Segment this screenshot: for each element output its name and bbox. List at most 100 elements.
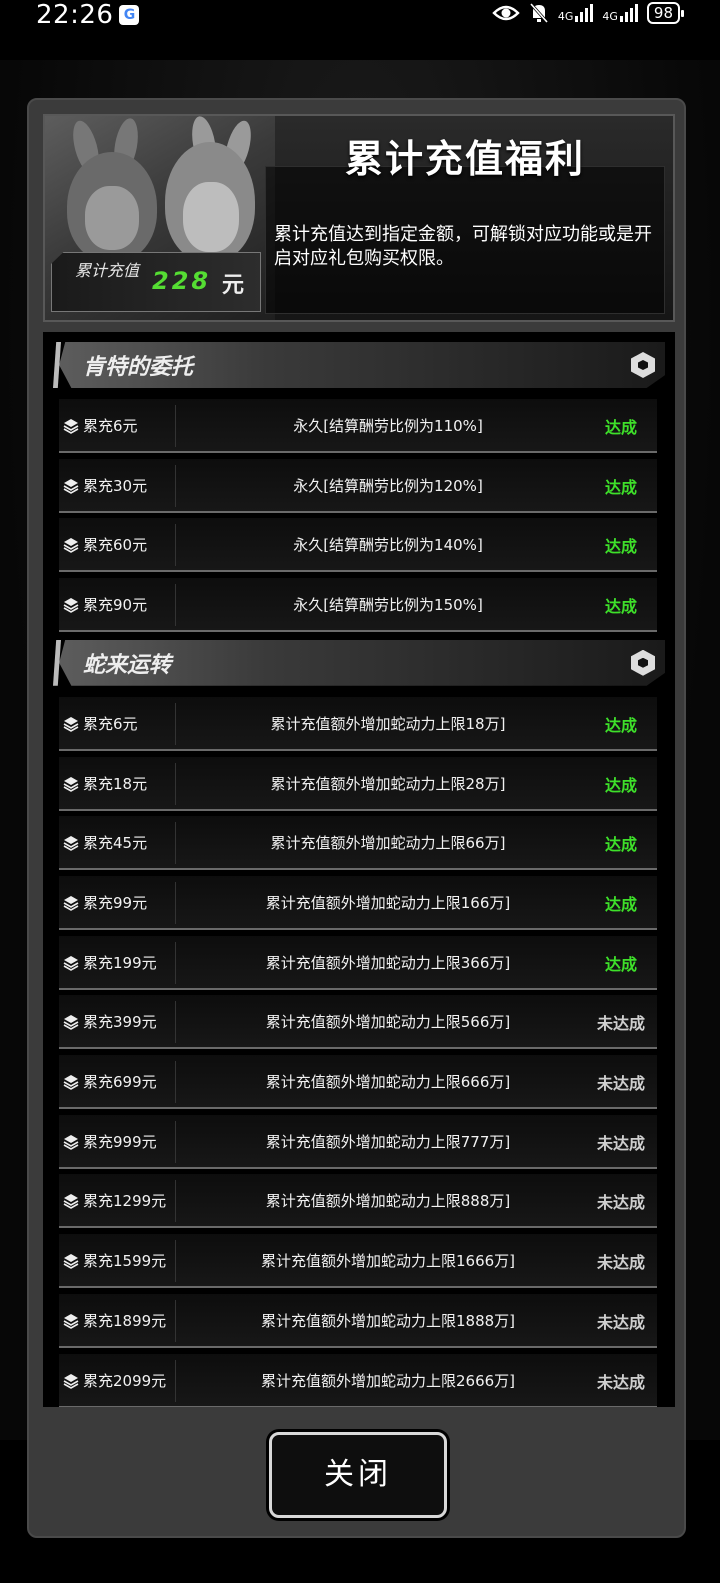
reward-description: 永久[结算酬劳比例为110%]: [293, 417, 483, 435]
recharge-amount: 累充18元: [83, 774, 148, 793]
layers-icon: [63, 1373, 79, 1389]
status-badge: 达成: [604, 954, 637, 974]
recharge-amount: 累充699元: [83, 1073, 157, 1091]
section-header: 蛇来运转: [59, 639, 665, 686]
eye-icon: [492, 5, 520, 21]
status-badge: 达成: [604, 537, 637, 557]
status-badge: 达成: [604, 597, 637, 617]
signal-bars-icon: [575, 4, 594, 22]
layers-icon: [63, 1193, 79, 1210]
reward-description: 累计充值额外增加蛇动力上限1888万]: [260, 1311, 516, 1330]
status-badge: 未达成: [596, 1253, 645, 1273]
hexagon-icon: [631, 352, 655, 378]
status-badge: 未达成: [596, 1372, 645, 1392]
network-type-label: 4G: [557, 10, 574, 23]
recharge-amount: 累充1899元: [83, 1311, 167, 1330]
reward-row: 累充199元 累计充值额外增加蛇动力上限366万] 达成: [59, 935, 657, 990]
status-badge: 达成: [604, 715, 637, 735]
row-divider: [175, 1001, 176, 1044]
reward-row: 累充1899元 累计充值额外增加蛇动力上限1888万] 未达成: [59, 1293, 657, 1348]
recharge-amount: 累充399元: [83, 1013, 157, 1032]
reward-row: 累充60元 永久[结算酬劳比例为140%] 达成: [59, 518, 657, 573]
row-divider: [175, 822, 176, 865]
section-title: 蛇来运转: [83, 652, 172, 678]
status-badge: 未达成: [596, 1193, 645, 1213]
status-badge: 达成: [604, 894, 637, 914]
network-type-label: 4G: [602, 10, 618, 23]
reward-description: 累计充值额外增加蛇动力上限1666万]: [260, 1252, 516, 1271]
signal-indicator-2: 4G: [602, 4, 638, 22]
reward-row: 累充1299元 累计充值额外增加蛇动力上限888万] 未达成: [59, 1174, 657, 1229]
reward-description: 累计充值额外增加蛇动力上限888万]: [265, 1192, 511, 1211]
character-face: [85, 186, 139, 250]
status-bar: 22:26 G 4G 4G 98: [0, 0, 720, 30]
reward-description: 累计充值额外增加蛇动力上限777万]: [265, 1132, 511, 1151]
status-indicators: 4G 4G 98: [492, 2, 685, 24]
status-badge: 未达成: [596, 1014, 645, 1034]
reward-list[interactable]: 肯特的委托 累充6元 永久[结算酬劳比例为110%] 达成 累充30元 永久[结算酬劳比例…: [43, 332, 675, 1407]
layers-icon: [63, 716, 79, 732]
character-face: [183, 182, 239, 252]
reward-row: 累充99元 累计充值额外增加蛇动力上限166万] 达成: [59, 875, 657, 930]
reward-row: 累充6元 永久[结算酬劳比例为110%] 达成: [59, 399, 657, 453]
status-badge: 达成: [604, 418, 637, 437]
reward-description: 永久[结算酬劳比例为140%]: [293, 536, 483, 555]
reward-description: 累计充值额外增加蛇动力上限566万]: [265, 1013, 511, 1032]
row-divider: [175, 941, 176, 984]
recharge-amount: 累充999元: [83, 1132, 157, 1151]
recharge-amount: 累充45元: [83, 834, 148, 853]
total-recharge-value: 228: [152, 267, 212, 295]
reward-row: 累充6元 累计充值额外增加蛇动力上限18万] 达成: [59, 696, 657, 751]
layers-icon: [63, 478, 79, 494]
row-divider: [175, 1359, 176, 1402]
recharge-amount: 累充60元: [83, 536, 148, 555]
recharge-amount: 累充199元: [83, 953, 157, 972]
total-recharge-label: 累计充值: [74, 261, 139, 280]
reward-row: 累充30元 永久[结算酬劳比例为120%] 达成: [59, 458, 657, 513]
reward-description: 累计充值额外增加蛇动力上限28万]: [270, 774, 506, 793]
reward-row: 累充45元 累计充值额外增加蛇动力上限66万] 达成: [59, 816, 657, 871]
reward-description: 累计充值额外增加蛇动力上限366万]: [265, 953, 511, 972]
reward-description: 永久[结算酬劳比例为120%]: [293, 476, 483, 495]
total-recharge-box: 累计充值 228 元: [51, 252, 261, 312]
row-divider: [175, 1299, 176, 1342]
row-divider: [175, 1180, 176, 1223]
layers-icon: [63, 1313, 79, 1329]
layers-icon: [63, 537, 79, 554]
reward-description: 累计充值额外增加蛇动力上限166万]: [265, 893, 511, 912]
status-badge: 未达成: [596, 1074, 645, 1093]
layers-icon: [63, 597, 79, 614]
section-title: 肯特的委托: [83, 355, 194, 380]
row-divider: [175, 702, 176, 745]
bell-muted-icon: [529, 3, 548, 23]
row-divider: [175, 881, 176, 924]
reward-row: 累充18元 累计充值额外增加蛇动力上限28万] 达成: [59, 756, 657, 811]
reward-description: 永久[结算酬劳比例为150%]: [293, 596, 483, 615]
status-badge: 未达成: [596, 1133, 645, 1153]
layers-icon: [63, 418, 79, 434]
battery-indicator: 98: [646, 2, 685, 24]
layers-icon: [63, 895, 79, 911]
reward-row: 累充999元 累计充值额外增加蛇动力上限777万] 未达成: [59, 1114, 657, 1169]
status-badge: 未达成: [596, 1312, 645, 1332]
status-time: 22:26: [36, 0, 114, 30]
close-button[interactable]: 关闭: [269, 1432, 447, 1518]
layers-icon: [63, 955, 79, 971]
signal-bars-icon: [619, 4, 638, 22]
signal-indicator-1: 4G: [558, 4, 594, 22]
row-divider: [175, 584, 176, 627]
row-divider: [175, 464, 176, 507]
recharge-amount: 累充1299元: [83, 1192, 167, 1211]
reward-description: 累计充值额外增加蛇动力上限666万]: [265, 1073, 511, 1091]
recharge-amount: 累充90元: [83, 596, 148, 615]
recharge-amount: 累充1599元: [83, 1252, 167, 1271]
reward-row: 累充699元 累计充值额外增加蛇动力上限666万] 未达成: [59, 1055, 657, 1109]
row-divider: [175, 524, 176, 567]
google-icon: G: [119, 5, 140, 25]
reward-row: 累充90元 永久[结算酬劳比例为150%] 达成: [59, 578, 657, 633]
description-text: 累计充值达到指定金额，可解锁对应功能或是开启对应礼包购买权限。: [274, 224, 652, 269]
layers-icon: [63, 1014, 79, 1031]
recharge-amount: 累充6元: [83, 417, 138, 435]
recharge-amount: 累充6元: [83, 714, 138, 733]
layers-icon: [63, 1134, 79, 1150]
